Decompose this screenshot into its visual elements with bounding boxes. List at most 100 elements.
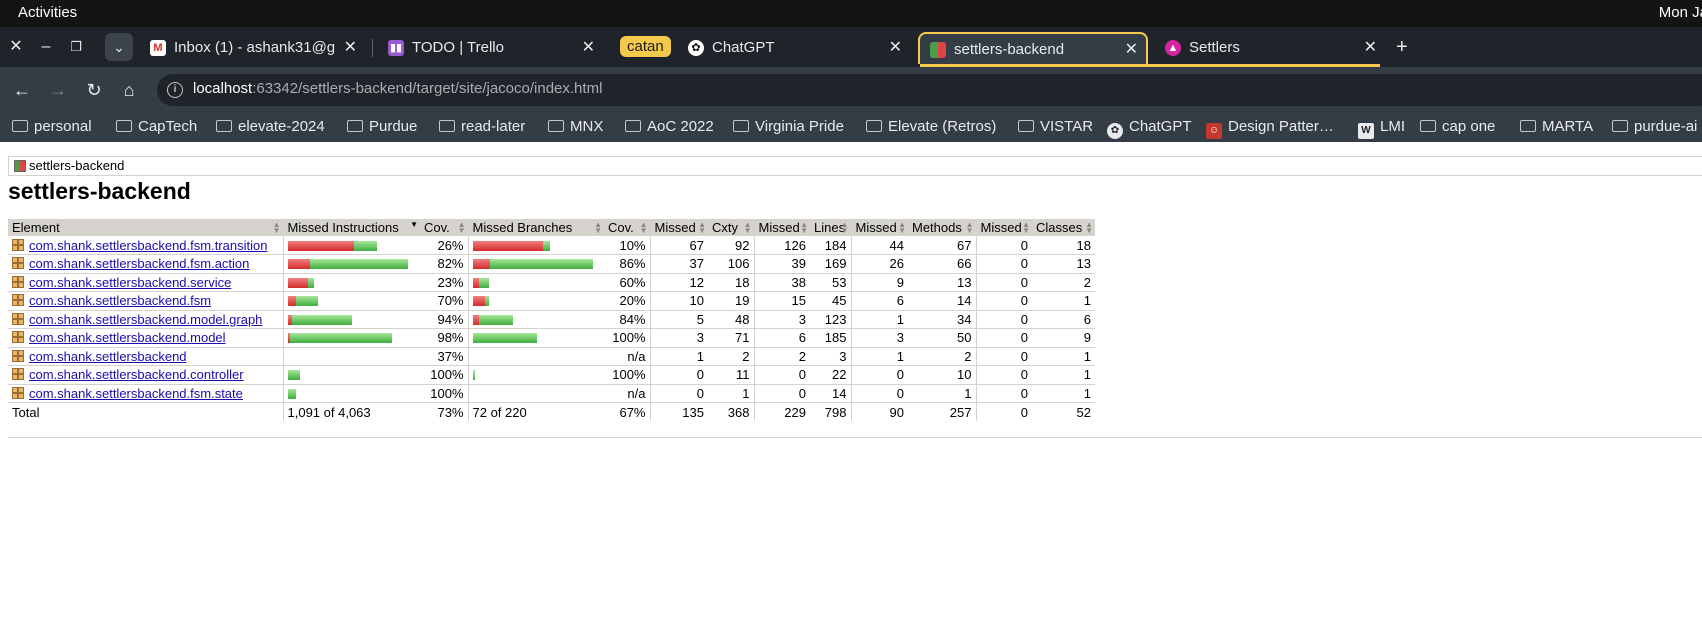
- bookmark-marta[interactable]: MARTA: [1520, 117, 1593, 137]
- package-link[interactable]: com.shank.settlersbackend.fsm.transition: [29, 238, 267, 253]
- header-lines[interactable]: Lines ▲ ▼: [810, 219, 851, 236]
- site-info-icon[interactable]: i: [167, 82, 183, 98]
- bookmark-virginia-pride[interactable]: Virginia Pride: [733, 117, 844, 137]
- system-top-bar: Activities Mon Ja: [0, 0, 1702, 27]
- bookmark-elevate-2024[interactable]: elevate-2024: [216, 117, 325, 137]
- minimize-window-icon[interactable]: –: [36, 37, 56, 57]
- bookmark-captech[interactable]: CapTech: [116, 117, 197, 137]
- branch-coverage-cell: 100%: [604, 328, 650, 348]
- tab-settlers-backend[interactable]: settlers-backend ✕: [918, 32, 1148, 64]
- address-bar[interactable]: i localhost:63342/settlers-backend/targe…: [157, 74, 1702, 106]
- back-icon[interactable]: ←: [11, 79, 33, 101]
- package-link[interactable]: com.shank.settlersbackend.fsm.action: [29, 256, 249, 271]
- table-row: com.shank.settlersbackend.fsm 70% 20% 10 19 1…: [8, 291, 1095, 311]
- header-instruction-coverage[interactable]: Cov. ▲ ▼: [420, 219, 468, 236]
- table-row: com.shank.settlersbackend.fsm.transition…: [8, 236, 1095, 255]
- header-branch-coverage[interactable]: Cov. ▲ ▼: [604, 219, 650, 236]
- package-icon: [12, 275, 24, 288]
- header-missed-methods[interactable]: Missed ▲ ▼: [850, 219, 908, 236]
- tab-group-chip[interactable]: catan: [620, 36, 671, 57]
- header-missed-classes[interactable]: Missed ▲ ▼: [975, 219, 1032, 236]
- element-cell: com.shank.settlersbackend.fsm.transition: [8, 236, 283, 255]
- bookmark-cap-one[interactable]: cap one: [1420, 117, 1495, 137]
- tab-gmail[interactable]: M Inbox (1) - ashank31@gm ✕: [140, 32, 365, 64]
- close-tab-icon[interactable]: ✕: [582, 32, 595, 64]
- table-row: com.shank.settlersbackend.service 23% 60% 1…: [8, 273, 1095, 292]
- table-row: com.shank.settlersbackend.fsm.state 100% n…: [8, 384, 1095, 403]
- close-tab-icon[interactable]: ✕: [1125, 34, 1138, 64]
- missed-methods-cell: 3: [850, 328, 908, 348]
- covered-bar-segment: [478, 314, 513, 325]
- reload-icon[interactable]: ↻: [83, 79, 105, 101]
- bookmark-read-later[interactable]: read-later: [439, 117, 525, 137]
- close-tab-icon[interactable]: ✕: [889, 32, 902, 64]
- close-tab-icon[interactable]: ✕: [344, 32, 357, 64]
- bookmark-chatgpt[interactable]: ✿ ChatGPT: [1107, 117, 1192, 139]
- bookmark-purdue[interactable]: Purdue: [347, 117, 417, 137]
- header-classes[interactable]: Classes ▲ ▼: [1032, 219, 1095, 236]
- missed-classes-cell: 0: [975, 273, 1032, 292]
- bookmark-lmi[interactable]: W LMI: [1358, 117, 1405, 139]
- folder-icon: [1612, 120, 1628, 132]
- missed-complexity-cell: 10: [649, 291, 708, 311]
- tab-chatgpt[interactable]: ✿ ChatGPT ✕: [678, 32, 910, 64]
- package-link[interactable]: com.shank.settlersbackend.fsm: [29, 293, 211, 308]
- chevron-down-icon: ⌄: [113, 39, 125, 55]
- package-link[interactable]: com.shank.settlersbackend: [29, 349, 187, 364]
- close-tab-icon[interactable]: ✕: [1364, 32, 1377, 64]
- tab-title: settlers-backend: [954, 41, 1065, 58]
- new-tab-icon[interactable]: +: [1396, 37, 1408, 57]
- tab-trello[interactable]: ▮▮ TODO | Trello ✕: [378, 32, 603, 64]
- covered-bar-segment: [472, 370, 475, 381]
- footer-divider: [8, 437, 1702, 438]
- package-link[interactable]: com.shank.settlersbackend.model: [29, 330, 226, 345]
- lmi-icon: W: [1358, 123, 1374, 139]
- package-link[interactable]: com.shank.settlersbackend.fsm.state: [29, 386, 243, 401]
- package-link[interactable]: com.shank.settlersbackend.service: [29, 275, 231, 290]
- folder-icon: [733, 120, 749, 132]
- bookmark-vistar[interactable]: VISTAR: [1018, 117, 1093, 137]
- missed-lines-cell: 38: [753, 273, 810, 292]
- folder-icon: [866, 120, 882, 132]
- package-icon: [12, 368, 24, 381]
- bookmark-purdue-ai[interactable]: purdue-ai: [1612, 117, 1697, 137]
- clock[interactable]: Mon Ja: [1659, 4, 1702, 21]
- missed-classes-cell: 0: [975, 254, 1032, 274]
- header-complexity[interactable]: Cxty ▲ ▼: [708, 219, 754, 236]
- element-cell: com.shank.settlersbackend.controller: [8, 365, 283, 385]
- home-icon[interactable]: ⌂: [118, 79, 140, 101]
- bookmark-elevate-retros[interactable]: Elevate (Retros): [866, 117, 996, 137]
- bookmark-mnx[interactable]: MNX: [548, 117, 603, 137]
- close-window-icon[interactable]: ✕: [6, 37, 26, 57]
- tab-title: ChatGPT: [712, 39, 775, 56]
- branch-coverage-cell: n/a: [604, 384, 650, 403]
- tab-search-button[interactable]: ⌄: [105, 33, 133, 61]
- header-missed-branches[interactable]: Missed Branches ▲ ▼: [467, 219, 604, 236]
- breadcrumb-item: settlers-backend: [29, 158, 125, 173]
- covered-bar-segment: [287, 370, 300, 381]
- missed-instructions-cell: [282, 254, 420, 274]
- missed-instructions-cell: [282, 365, 420, 385]
- covered-bar-segment: [289, 333, 392, 344]
- bookmark-aoc-2022[interactable]: AoC 2022: [625, 117, 714, 137]
- header-missed-lines[interactable]: Missed ▲ ▼: [753, 219, 810, 236]
- instruction-coverage-cell: 26%: [420, 236, 468, 255]
- tab-title: Settlers: [1189, 39, 1240, 56]
- branch-coverage-cell: 84%: [604, 310, 650, 329]
- tab-settlers[interactable]: ▲ Settlers ✕: [1155, 32, 1385, 64]
- methods-cell: 1: [908, 384, 976, 403]
- header-missed-complexity[interactable]: Missed ▲ ▼: [649, 219, 708, 236]
- package-link[interactable]: com.shank.settlersbackend.model.graph: [29, 312, 262, 327]
- header-element[interactable]: Element ▲ ▼: [8, 219, 283, 236]
- bookmark-personal[interactable]: personal: [12, 117, 92, 137]
- restore-window-icon[interactable]: ❐: [66, 37, 86, 57]
- header-missed-instructions[interactable]: Missed Instructions ▼: [282, 219, 420, 236]
- activities-button[interactable]: Activities: [18, 4, 77, 21]
- design-patterns-icon: ☺: [1206, 123, 1222, 139]
- classes-cell: 2: [1032, 273, 1095, 292]
- package-link[interactable]: com.shank.settlersbackend.controller: [29, 367, 244, 382]
- forward-icon[interactable]: →: [47, 79, 69, 101]
- classes-cell: 1: [1032, 291, 1095, 311]
- header-methods[interactable]: Methods ▲ ▼: [908, 219, 976, 236]
- bookmark-design-patterns[interactable]: ☺ Design Patter…: [1206, 117, 1334, 139]
